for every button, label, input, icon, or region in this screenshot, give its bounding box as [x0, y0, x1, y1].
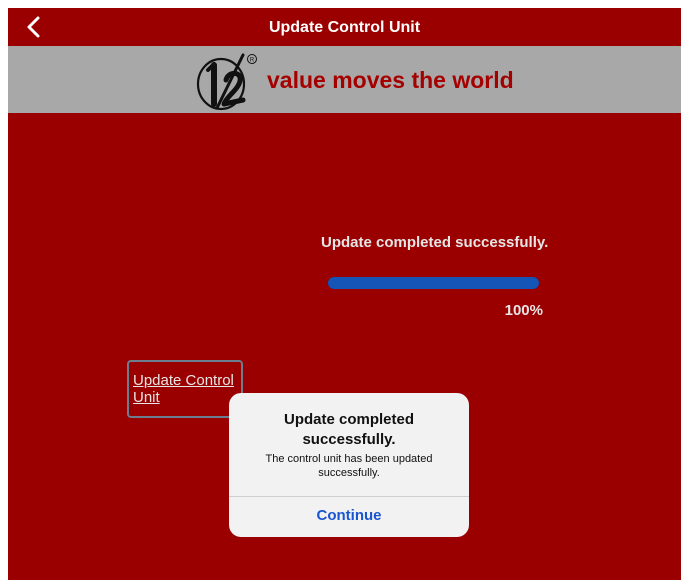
progress-percent: 100% [504, 302, 543, 319]
svg-text:R: R [250, 58, 255, 64]
continue-button[interactable]: Continue [229, 497, 469, 537]
dialog-title: Update completed successfully. [283, 411, 415, 448]
progress-bar-fill [328, 277, 539, 289]
alert-dialog: Update completed successfully. The contr… [229, 393, 469, 537]
update-control-unit-button[interactable]: Update Control Unit [127, 360, 243, 418]
page-title: Update Control Unit [268, 19, 421, 36]
status-message: Update completed successfully. [321, 234, 549, 251]
progress-bar [328, 277, 539, 289]
dialog-message: The control unit has been updated succes… [265, 453, 433, 479]
nav-bar: Update Control Unit [8, 8, 681, 46]
brand-logo: R [193, 50, 265, 112]
brand-tagline: value moves the world [267, 67, 514, 93]
app-screen: Update Control Unit R value moves the wo… [8, 8, 681, 580]
brand-banner: R value moves the world [8, 46, 681, 113]
